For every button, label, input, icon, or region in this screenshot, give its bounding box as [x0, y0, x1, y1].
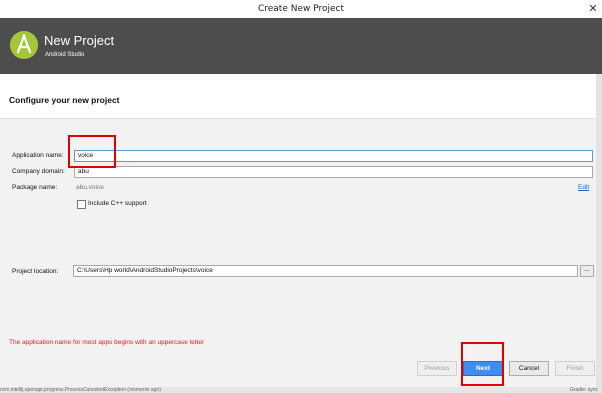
section-title: Configure your new project [9, 95, 120, 105]
include-cpp-label: Include C++ support [88, 200, 147, 207]
browse-button[interactable]: ... [580, 265, 594, 277]
header-subtitle: Android Studio [45, 52, 85, 58]
package-name-value: abu.voice [76, 184, 104, 191]
finish-button[interactable]: Finish [555, 361, 595, 376]
include-cpp-checkbox[interactable] [77, 200, 86, 209]
highlight-box-next [461, 342, 504, 386]
company-domain-label: Company domain: [12, 168, 65, 175]
create-new-project-window: Create New Project ✕ New Project Android… [0, 0, 602, 393]
title-bar: Create New Project ✕ [0, 0, 602, 19]
validation-error-message: The application name for most apps begin… [9, 339, 205, 346]
right-edge-strip [596, 74, 602, 387]
highlight-box-application-name [68, 135, 116, 168]
company-domain-input[interactable]: abu [74, 166, 593, 178]
project-location-label: Project location: [12, 268, 59, 275]
package-name-label: Package name: [12, 184, 58, 191]
cancel-button[interactable]: Cancel [509, 361, 549, 376]
edit-package-link[interactable]: Edit [578, 184, 589, 191]
window-title: Create New Project [257, 4, 345, 14]
application-name-label: Application name: [12, 152, 64, 159]
status-bar: com.intellij.openapi.progress.ProcessCan… [0, 387, 602, 393]
project-location-input[interactable]: C:\Users\Hp world\AndroidStudioProjects\… [73, 265, 578, 277]
previous-button[interactable]: Previous [417, 361, 457, 376]
status-text: com.intellij.openapi.progress.ProcessCan… [0, 387, 161, 393]
header-title: New Project [44, 33, 115, 48]
status-right-text: Gradle: sync [569, 387, 598, 393]
application-name-input[interactable]: voice [74, 150, 593, 162]
header-banner: New Project Android Studio [0, 18, 602, 74]
close-icon[interactable]: ✕ [584, 0, 602, 18]
android-studio-logo-icon [10, 31, 38, 59]
